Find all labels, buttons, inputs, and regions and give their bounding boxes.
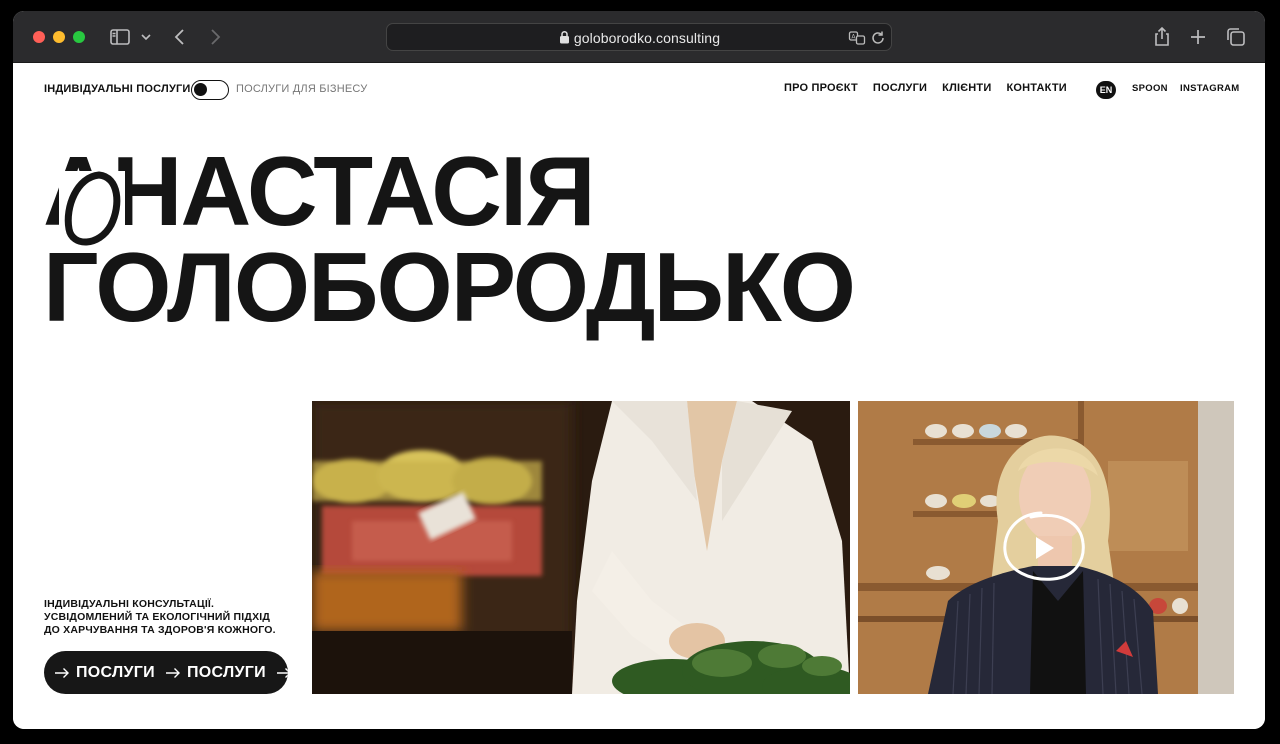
back-icon[interactable] (168, 25, 192, 49)
hero-title: АНАСТАСІЯ ГОЛОБОРОДЬКО (43, 136, 856, 342)
toggle-knob (194, 83, 207, 96)
arrow-right-icon (165, 667, 180, 678)
arrow-right-icon (276, 667, 288, 678)
cta-label: ПОСЛУГИ (76, 663, 155, 681)
tagline-line: УСВІДОМЛЕНИЙ ТА ЕКОЛОГІЧНИЙ ПІДХІД (44, 611, 271, 623)
individual-services-label[interactable]: ІНДИВІДУАЛЬНІ ПОСЛУГИ (44, 83, 191, 95)
sidebar-icon[interactable] (108, 25, 132, 49)
tagline: ІНДИВІДУАЛЬНІ КОНСУЛЬТАЦІЇ. УСВІДОМЛЕНИЙ… (44, 598, 304, 637)
hero-first-name: АНАСТАСІЯ (43, 136, 596, 246)
video-thumbnail[interactable] (858, 401, 1234, 694)
top-row: ІНДИВІДУАЛЬНІ ПОСЛУГИ ПОСЛУГИ ДЛЯ БІЗНЕС… (44, 80, 1239, 100)
close-window-button[interactable] (33, 31, 45, 43)
services-toggle[interactable] (191, 80, 229, 100)
tagline-line: ДО ХАРЧУВАННЯ ТА ЗДОРОВ'Я КОЖНОГО. (44, 624, 276, 636)
hero-last-name: ГОЛОБОРОДЬКО (43, 232, 856, 342)
market-photo (312, 401, 850, 694)
services-cta-button[interactable]: ПОСЛУГИ ПОСЛУГИ (44, 651, 288, 694)
cta-label: ПОСЛУГИ (186, 663, 266, 681)
language-switch[interactable]: EN (1096, 81, 1116, 99)
cta-marquee-item: ПОСЛУГИ (54, 664, 155, 682)
reload-icon[interactable] (869, 29, 887, 47)
tab-overview-icon[interactable] (1224, 25, 1248, 49)
share-icon[interactable] (1150, 25, 1174, 49)
play-icon[interactable] (1001, 509, 1087, 585)
minimize-window-button[interactable] (53, 31, 65, 43)
translate-icon[interactable]: A (848, 29, 866, 47)
nav-clients[interactable]: КЛІЄНТИ (942, 82, 991, 94)
browser-toolbar: goloborodko.consulting A (13, 11, 1265, 63)
spoon-link[interactable]: SPOON (1132, 83, 1168, 94)
cta-marquee-item: ПОСЛУГИ (165, 664, 266, 682)
new-tab-icon[interactable] (1186, 25, 1210, 49)
nav-contacts[interactable]: КОНТАКТИ (1006, 82, 1066, 94)
chevron-down-icon[interactable] (139, 25, 153, 49)
arrow-right-icon (55, 667, 69, 678)
browser-window: goloborodko.consulting A ІНДИВІДУАЛЬНІ П… (13, 11, 1265, 729)
page: ІНДИВІДУАЛЬНІ ПОСЛУГИ ПОСЛУГИ ДЛЯ БІЗНЕС… (13, 63, 1265, 729)
address-bar[interactable]: goloborodko.consulting A (386, 23, 892, 51)
url-text: goloborodko.consulting (573, 30, 721, 46)
main-nav: ПРО ПРОЄКТ ПОСЛУГИ КЛІЄНТИ КОНТАКТИ (784, 82, 1067, 94)
nav-about[interactable]: ПРО ПРОЄКТ (784, 82, 858, 94)
maximize-window-button[interactable] (73, 31, 85, 43)
cta-marquee-item (276, 667, 288, 679)
market-illustration (312, 401, 850, 694)
instagram-link[interactable]: INSTAGRAM (1180, 83, 1240, 94)
forward-icon[interactable] (203, 25, 227, 49)
tagline-line: ІНДИВІДУАЛЬНІ КОНСУЛЬТАЦІЇ. (44, 598, 215, 610)
nav-services[interactable]: ПОСЛУГИ (873, 82, 927, 94)
business-services-label[interactable]: ПОСЛУГИ ДЛЯ БІЗНЕСУ (236, 83, 367, 95)
